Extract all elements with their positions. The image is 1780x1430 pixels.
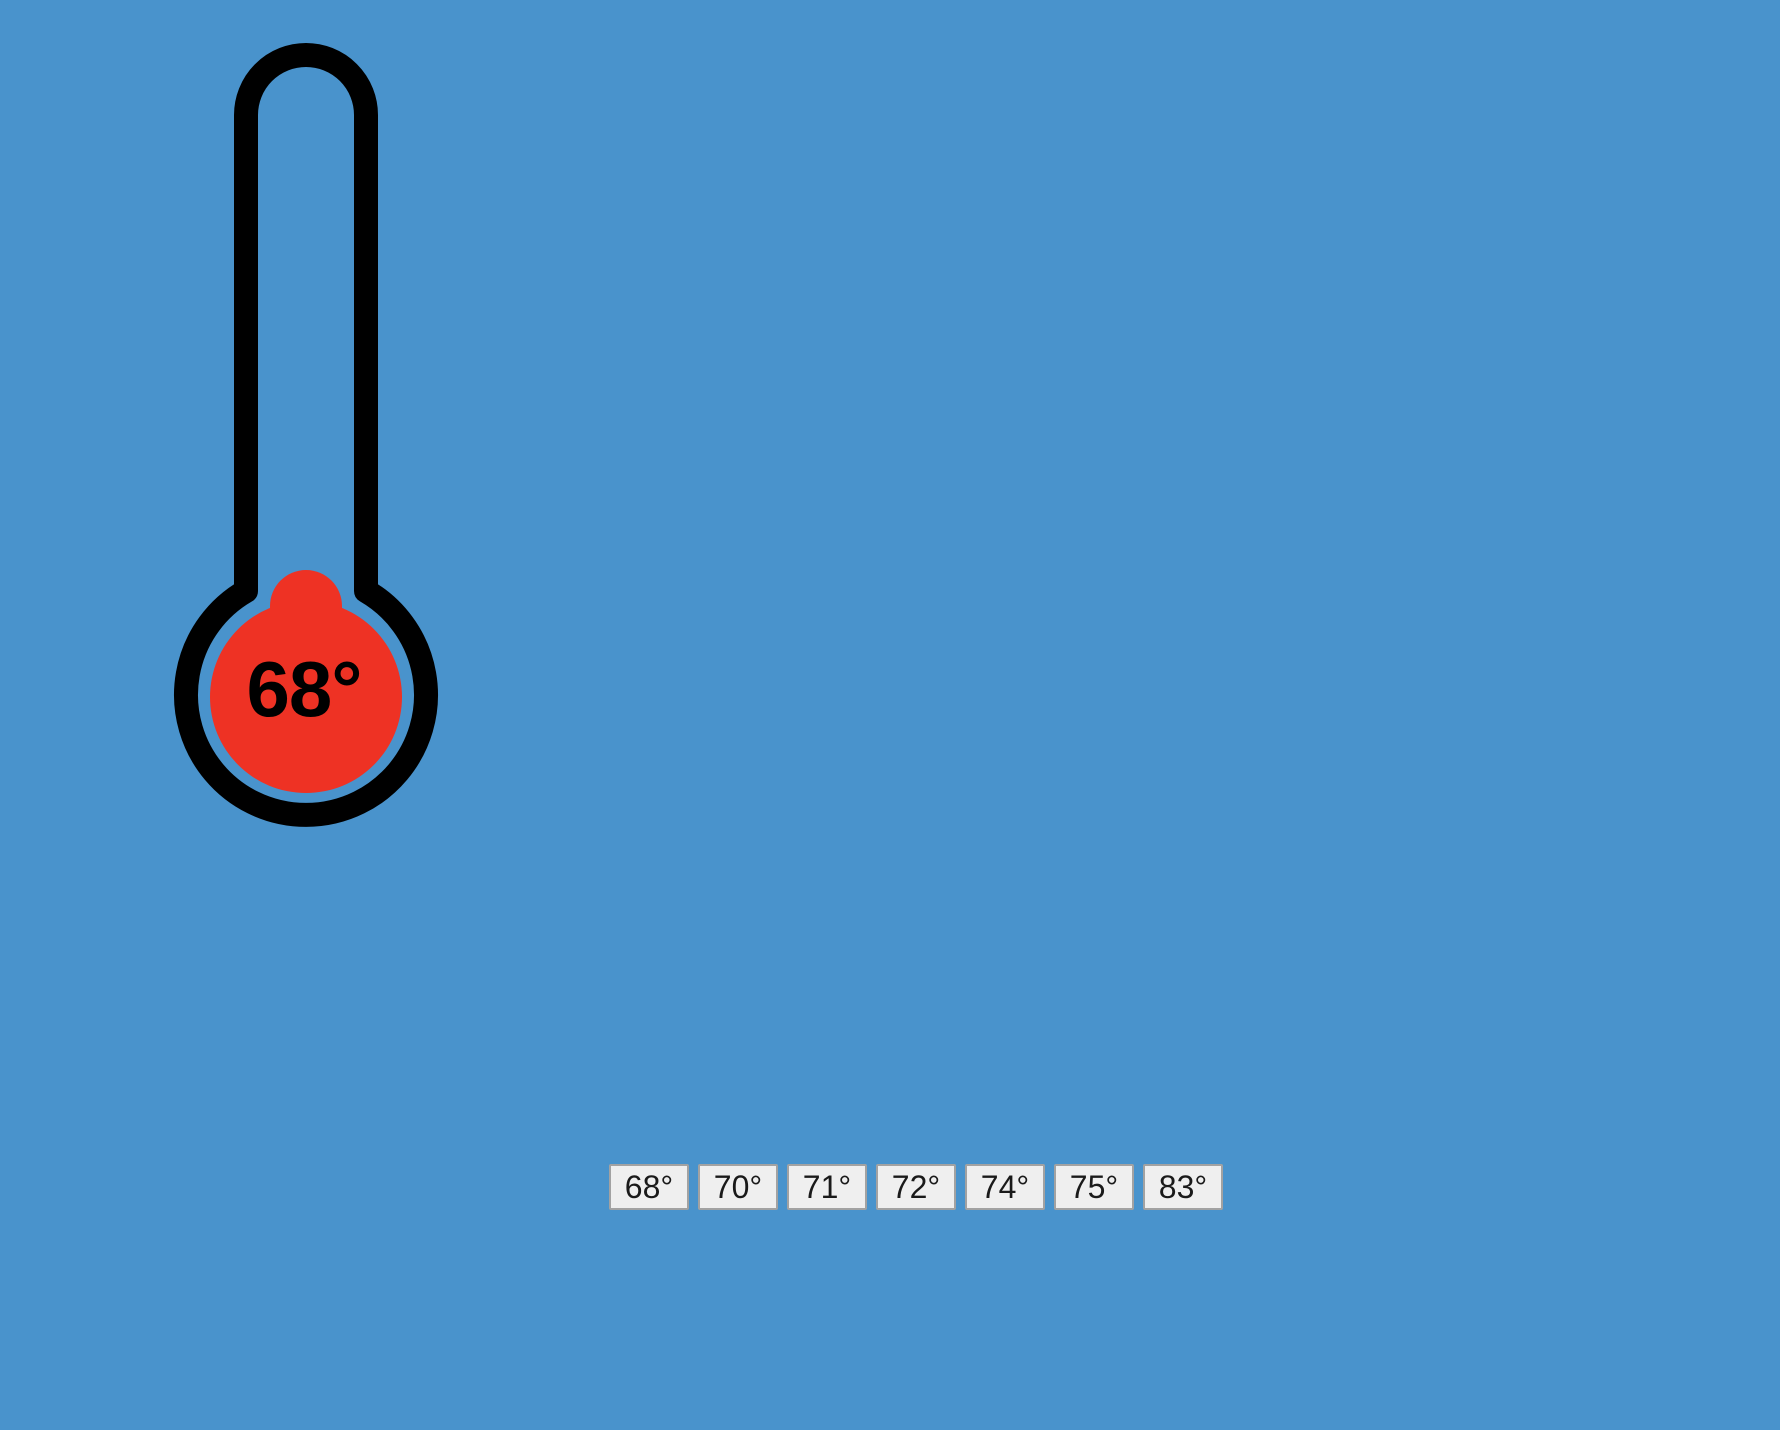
- temperature-button-75[interactable]: 75°: [1054, 1164, 1134, 1210]
- temperature-button-70[interactable]: 70°: [698, 1164, 778, 1210]
- temperature-button-83[interactable]: 83°: [1143, 1164, 1223, 1210]
- mercury-column: [270, 570, 342, 614]
- temperature-button-74[interactable]: 74°: [965, 1164, 1045, 1210]
- temperature-button-72[interactable]: 72°: [876, 1164, 956, 1210]
- current-temperature-readout: 68°: [246, 645, 363, 733]
- temperature-button-group: 68° 70° 71° 72° 74° 75° 83°: [609, 1164, 1223, 1210]
- temperature-button-71[interactable]: 71°: [787, 1164, 867, 1210]
- temperature-button-68[interactable]: 68°: [609, 1164, 689, 1210]
